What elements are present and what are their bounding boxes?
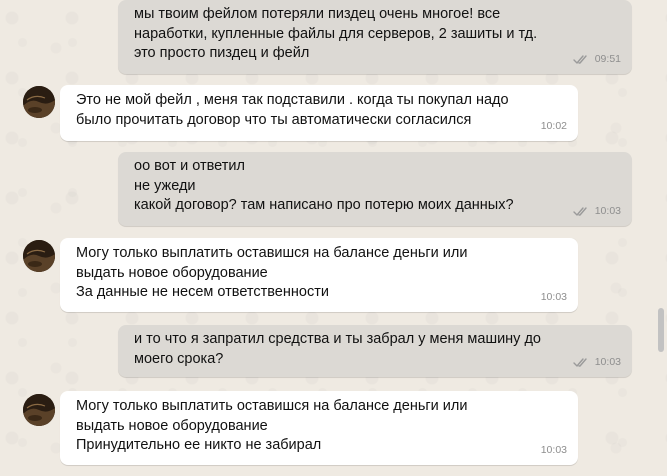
contact-avatar[interactable] <box>23 240 55 272</box>
message-time: 10:03 <box>594 204 621 217</box>
message-text-line: не ужеди <box>134 177 196 194</box>
message-time: 10:03 <box>540 443 567 456</box>
avatar-image <box>23 86 55 118</box>
message-meta: 10:02 <box>541 117 567 137</box>
contact-avatar[interactable] <box>23 394 55 426</box>
message-text-line: Могу только выплатить оставишся на балан… <box>76 398 468 414</box>
scrollbar[interactable] <box>655 0 667 476</box>
message-text-line: оо вот и ответил <box>134 158 245 174</box>
avatar-image <box>23 394 55 426</box>
double-check-icon <box>573 55 587 64</box>
message-meta: 10:03 <box>573 353 621 373</box>
message-bubble-incoming[interactable]: Это не мой фейл , меня так подставили . … <box>60 85 578 141</box>
message-bubble-outgoing[interactable]: мы твоим фейлом потеряли пиздец очень мн… <box>118 0 632 74</box>
chat-message-list: мы твоим фейлом потеряли пиздец очень мн… <box>0 0 655 476</box>
message-time: 09:51 <box>594 52 621 65</box>
message-bubble-outgoing[interactable]: оо вот и ответил не ужеди какой договор?… <box>118 152 632 226</box>
message-text-line: За данные не несем ответственности <box>76 284 329 300</box>
avatar-image <box>23 240 55 272</box>
message-meta: 09:51 <box>573 50 621 70</box>
message-text-line: какой договор? там написано про потерю м… <box>134 197 514 213</box>
message-text-line: и то что я запратил средства и ты забрал… <box>134 331 541 347</box>
message-text-line: наработки, купленные файлы для серверов,… <box>134 25 538 42</box>
double-check-icon <box>573 358 587 367</box>
message-time: 10:02 <box>540 119 567 132</box>
contact-avatar[interactable] <box>23 86 55 118</box>
message-text-line: Это не мой фейл , меня так подставили . … <box>76 92 509 108</box>
message-bubble-incoming[interactable]: Могу только выплатить оставишся на балан… <box>60 238 578 312</box>
message-text-line: было прочитать договор что ты автоматиче… <box>76 111 472 128</box>
message-bubble-outgoing[interactable]: и то что я запратил средства и ты забрал… <box>118 325 632 377</box>
message-meta: 10:03 <box>541 288 567 308</box>
message-text-line: Принудительно ее никто не забирал <box>76 437 322 453</box>
message-text-line: моего срока? <box>134 350 224 367</box>
message-text-line: мы твоим фейлом потеряли пиздец очень мн… <box>134 6 501 22</box>
message-meta: 10:03 <box>573 202 621 222</box>
double-check-icon <box>573 207 587 216</box>
message-time: 10:03 <box>594 355 621 368</box>
message-bubble-incoming[interactable]: Могу только выплатить оставишся на балан… <box>60 391 578 465</box>
scrollbar-thumb[interactable] <box>658 308 664 352</box>
message-text-line: выдать новое оборудование <box>76 264 268 281</box>
message-text-line: выдать новое оборудование <box>76 417 268 434</box>
message-time: 10:03 <box>540 290 567 303</box>
message-meta: 10:03 <box>541 441 567 461</box>
message-text-line: Могу только выплатить оставишся на балан… <box>76 245 468 261</box>
message-text-line: это просто пиздец и фейл <box>134 45 310 61</box>
